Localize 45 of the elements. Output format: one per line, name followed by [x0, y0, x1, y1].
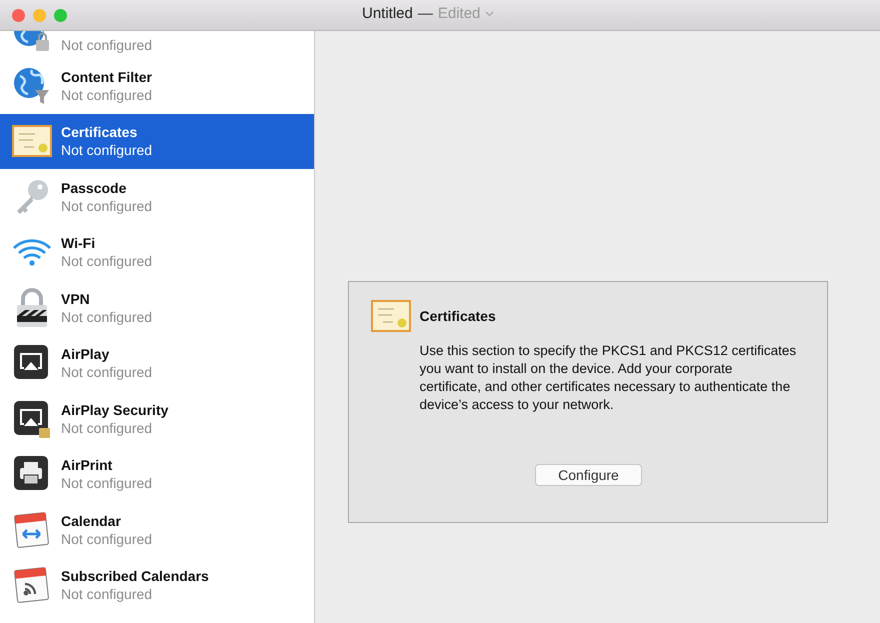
sidebar-item[interactable]: Wi-Fi Not configured — [0, 224, 314, 280]
item-status: Not configured — [61, 418, 154, 437]
item-status: Not configured — [61, 36, 152, 54]
item-title: Content Filter — [61, 68, 152, 86]
item-title: AirPlay Security — [61, 400, 168, 419]
sidebar-item[interactable]: Passcode Not configured — [0, 169, 314, 224]
certificate-icon — [12, 125, 52, 158]
item-title: Calendar — [61, 512, 122, 530]
certificate-icon — [370, 300, 410, 332]
item-status: Not configured — [61, 474, 152, 492]
window-title: Untitled — [362, 5, 413, 22]
item-status: Not configured — [61, 308, 152, 326]
sidebar-item[interactable]: AirPrint Not configured — [0, 446, 314, 502]
configure-button[interactable]: Configure — [535, 464, 642, 486]
sidebar-item[interactable]: Content Filter Not configured — [0, 58, 314, 114]
zoom-button[interactable] — [54, 8, 67, 22]
sidebar-item[interactable]: VPN Not configured — [0, 280, 314, 336]
item-status: Not configured — [61, 141, 152, 160]
item-status: Not configured — [61, 252, 152, 270]
item-status: Not configured — [61, 530, 152, 548]
item-title: Passcode — [61, 178, 128, 197]
globe-filter-icon — [12, 66, 52, 106]
item-title: AirPlay — [61, 345, 110, 364]
sidebar-item[interactable]: AirPlay Not configured — [0, 336, 314, 391]
item-status: Not configured — [61, 585, 154, 604]
chevron-down-icon[interactable] — [485, 10, 494, 16]
sidebar-item[interactable]: AirPlay Security Not configured — [0, 391, 314, 446]
item-title: AirPrint — [61, 456, 114, 474]
title-separator: — — [418, 5, 433, 22]
wifi-icon — [12, 237, 52, 268]
item-title: Wi-Fi — [61, 234, 96, 252]
panel-description: Use this section to specify the PKCS1 and PKCS12 certificates you want to install on the device. Add your corporate certificate, and other certificates necessary to authenticate the device’s access to your network. — [420, 342, 796, 414]
sidebar-item[interactable]: Calendar Not configured — [0, 502, 314, 558]
sidebar-item[interactable]: Certificates Not configured — [0, 114, 314, 169]
sidebar-item[interactable]: Subscribed Calendars Not configured — [0, 558, 314, 613]
item-status: Not configured — [61, 86, 152, 104]
item-status: Not configured — [61, 363, 152, 382]
item-title: Certificates — [61, 123, 138, 142]
item-status: Not configured — [61, 196, 152, 215]
close-button[interactable] — [12, 8, 25, 22]
item-title: Subscribed Calendars — [61, 567, 209, 586]
airplay-lock-icon — [12, 398, 52, 439]
minimize-button[interactable] — [33, 8, 46, 22]
item-title: VPN — [61, 290, 91, 308]
panel-title: Certificates — [420, 308, 496, 324]
